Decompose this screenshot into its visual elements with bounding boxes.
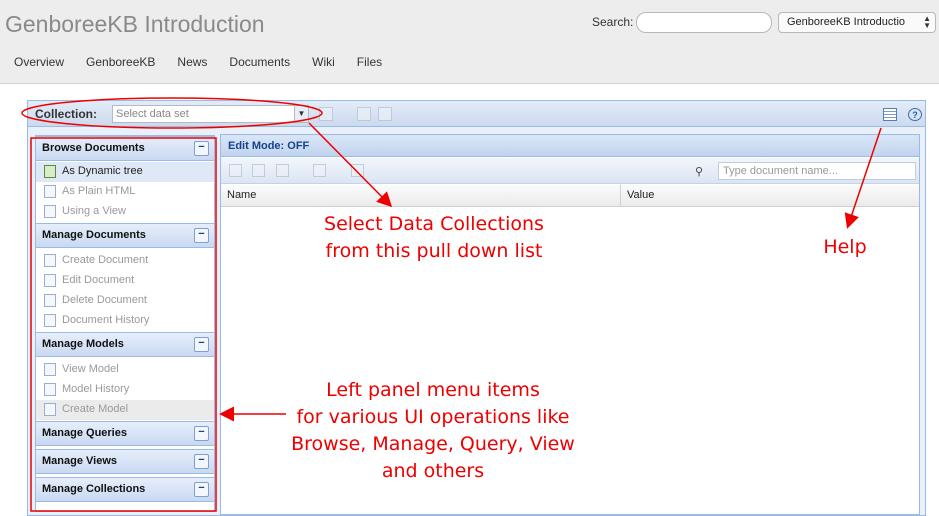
collapse-icon[interactable]: −	[194, 454, 209, 469]
column-header-name[interactable]: Name	[221, 185, 621, 207]
html-icon	[44, 185, 56, 198]
collapse-icon[interactable]: −	[194, 482, 209, 497]
project-select-value: GenboreeKB Introductio	[787, 16, 906, 28]
section-manage-collections[interactable]: Manage Collections −	[36, 477, 214, 502]
menu-item-label: Delete Document	[62, 294, 147, 306]
search-input[interactable]	[636, 12, 772, 33]
menu-item-create-model[interactable]: Create Model	[36, 400, 214, 420]
section-title: Browse Documents	[42, 142, 145, 154]
menu-item-create-document[interactable]: Create Document	[36, 251, 214, 271]
menu-item-label: Create Document	[62, 254, 149, 266]
menu-item-label: View Model	[62, 363, 119, 375]
edit-document-icon	[44, 274, 56, 287]
grid-toolbar: ⚲ Type document name...	[221, 158, 919, 184]
menu-item-using-view[interactable]: Using a View	[36, 202, 214, 222]
menu-item-view-model[interactable]: View Model	[36, 360, 214, 380]
edit-mode-status: Edit Mode: OFF	[221, 135, 919, 157]
select-arrows-icon: ▲ ▼	[923, 14, 931, 30]
section-manage-views[interactable]: Manage Views −	[36, 449, 214, 474]
nav-files[interactable]: Files	[357, 55, 382, 69]
section-manage-queries[interactable]: Manage Queries −	[36, 421, 214, 446]
section-title: Manage Collections	[42, 483, 146, 495]
search-label: Search:	[592, 15, 634, 29]
view-icon	[44, 205, 56, 218]
section-title: Manage Models	[42, 338, 124, 350]
collapse-icon[interactable]: −	[194, 426, 209, 441]
collection-select[interactable]: Select data set ▼	[112, 105, 309, 123]
tree-icon	[44, 363, 56, 376]
document-grid-panel: Edit Mode: OFF ⚲ Type document name... N…	[220, 134, 920, 515]
section-manage-models[interactable]: Manage Models −	[36, 332, 214, 357]
column-header-value[interactable]: Value	[621, 185, 919, 207]
collection-label: Collection:	[35, 107, 97, 121]
collapse-icon[interactable]: −	[194, 337, 209, 352]
menu-item-edit-document[interactable]: Edit Document	[36, 271, 214, 291]
history-icon	[44, 314, 56, 327]
section-title: Manage Documents	[42, 229, 146, 241]
menu-item-label: Model History	[62, 383, 130, 395]
menu-item-plain-html[interactable]: As Plain HTML	[36, 182, 214, 202]
collapse-icon[interactable]: −	[194, 141, 209, 156]
tree-icon	[44, 165, 56, 178]
section-title: Manage Queries	[42, 427, 127, 439]
menu-item-delete-document[interactable]: Delete Document	[36, 291, 214, 311]
binoculars-icon: ⚲	[695, 166, 704, 178]
project-select[interactable]: GenboreeKB Introductio ▲ ▼	[778, 12, 936, 33]
section-manage-documents[interactable]: Manage Documents −	[36, 223, 214, 248]
document-search-placeholder: Type document name...	[723, 165, 838, 177]
kb-app-panel: Collection: Select data set ▼ ? Browse D…	[27, 100, 926, 516]
add-collection-icon[interactable]	[319, 107, 333, 121]
page-title: GenboreeKB Introduction	[5, 11, 265, 37]
left-panel-menu: Browse Documents − As Dynamic tree As Pl…	[35, 135, 215, 512]
section-browse-documents[interactable]: Browse Documents −	[36, 136, 214, 161]
section-title: Manage Views	[42, 455, 117, 467]
menu-item-document-history[interactable]: Document History	[36, 311, 214, 331]
table-icon[interactable]	[378, 107, 392, 121]
history-icon	[44, 383, 56, 396]
list-icon[interactable]	[883, 108, 897, 121]
help-icon[interactable]: ?	[908, 108, 922, 121]
main-nav: Overview GenboreeKB News Documents Wiki …	[14, 55, 404, 69]
create-document-icon	[44, 254, 56, 267]
new-document-icon[interactable]	[357, 107, 371, 121]
collection-toolbar: Collection: Select data set ▼ ?	[28, 101, 925, 127]
create-model-icon	[44, 403, 56, 416]
save-icon[interactable]	[229, 164, 242, 177]
menu-item-label: Document History	[62, 314, 150, 326]
collapse-icon[interactable]: −	[194, 228, 209, 243]
document-search-input[interactable]: Type document name...	[718, 162, 916, 180]
export-icon[interactable]	[351, 164, 364, 177]
nav-wiki[interactable]: Wiki	[312, 55, 335, 69]
menu-item-dynamic-tree[interactable]: As Dynamic tree	[36, 162, 214, 182]
menu-item-label: Edit Document	[62, 274, 135, 286]
nav-news[interactable]: News	[177, 55, 207, 69]
collection-select-placeholder: Select data set	[116, 108, 189, 120]
top-header: GenboreeKB Introduction Search: Genboree…	[0, 0, 939, 84]
delete-document-icon	[44, 294, 56, 307]
menu-item-label: As Dynamic tree	[62, 165, 143, 177]
menu-item-label: Create Model	[62, 403, 129, 415]
menu-item-label: Using a View	[62, 205, 126, 217]
nav-documents[interactable]: Documents	[229, 55, 290, 69]
menu-item-model-history[interactable]: Model History	[36, 380, 214, 400]
nav-overview[interactable]: Overview	[14, 55, 64, 69]
edit-icon[interactable]	[252, 164, 265, 177]
copy-icon[interactable]	[313, 164, 326, 177]
chevron-down-icon[interactable]: ▼	[294, 106, 308, 122]
nav-genboreekb[interactable]: GenboreeKB	[86, 55, 155, 69]
menu-item-label: As Plain HTML	[62, 185, 136, 197]
download-icon[interactable]	[276, 164, 289, 177]
